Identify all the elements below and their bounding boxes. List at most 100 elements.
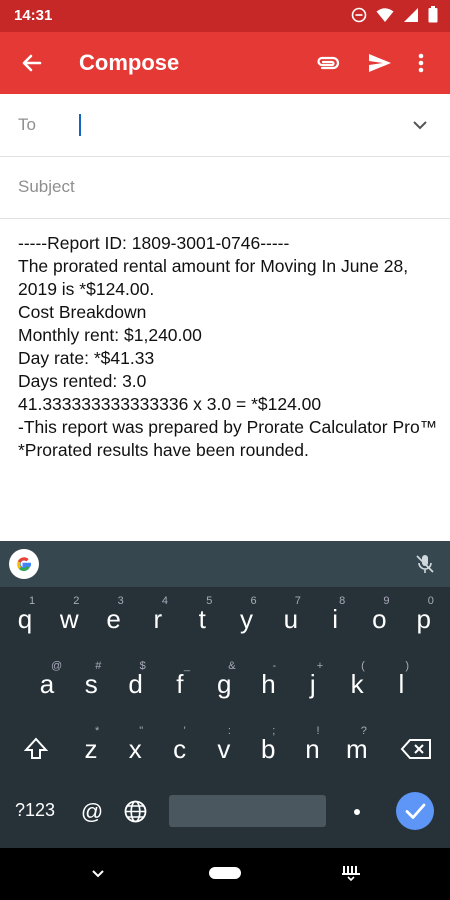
key-label: y	[240, 604, 253, 634]
key-l[interactable]: ) l	[385, 660, 417, 706]
key-g[interactable]: & g	[208, 660, 240, 706]
key-hint: 4	[161, 595, 169, 607]
key-v[interactable]: :v	[208, 725, 240, 771]
key-label: x	[128, 734, 142, 764]
key-e[interactable]: 3e	[98, 595, 130, 641]
do-not-disturb-icon	[351, 7, 367, 28]
send-icon[interactable]	[366, 49, 394, 77]
body-line: Day rate: *$41.33	[18, 348, 155, 368]
key-y[interactable]: 6y	[231, 595, 263, 641]
enter-key[interactable]	[396, 792, 434, 830]
key-hint: +	[316, 660, 324, 672]
key-label: z	[84, 734, 98, 764]
key-hint: 9	[383, 595, 390, 607]
more-options-icon[interactable]	[414, 49, 428, 77]
body-line: Days rented: 3.0	[18, 371, 147, 391]
suggestion-strip	[0, 541, 450, 587]
key-label: a	[39, 669, 55, 699]
key-b[interactable]: ; b	[252, 725, 284, 771]
key-label: j	[309, 669, 316, 699]
email-body[interactable]: -----Report ID: 1809-3001-0746----- The …	[18, 232, 438, 462]
key-j[interactable]: + j	[297, 660, 329, 706]
body-line: *Prorated results have been rounded.	[18, 440, 309, 460]
system-nav-bar	[0, 848, 450, 900]
key-label: d	[128, 669, 143, 699]
status-time: 14:31	[14, 7, 53, 24]
key-i[interactable]: 8i	[319, 595, 351, 641]
key-c[interactable]: ' c	[164, 725, 196, 771]
key-a[interactable]: @ a	[31, 660, 63, 706]
key-hint: !	[316, 725, 320, 737]
key-hint: 5	[206, 595, 213, 607]
to-row[interactable]: To	[0, 94, 450, 157]
key-label: r	[153, 604, 163, 634]
symbols-key[interactable]: ?123	[10, 800, 60, 821]
key-k[interactable]: (k	[341, 660, 373, 706]
shift-key-icon[interactable]	[19, 727, 53, 771]
key-s[interactable]: # s	[75, 660, 107, 706]
key-q[interactable]: 1q	[9, 595, 41, 641]
key-hint: 2	[73, 595, 80, 607]
period-key[interactable]	[354, 809, 360, 815]
battery-icon	[428, 6, 438, 28]
key-d[interactable]: $ d	[120, 660, 152, 706]
globe-icon[interactable]	[123, 799, 148, 829]
page-title: Compose	[79, 50, 180, 75]
key-label: k	[350, 669, 364, 699]
body-line: 41.333333333333336 x 3.0 = *$124.00	[18, 394, 322, 414]
key-hint: :	[227, 725, 231, 737]
google-g-icon[interactable]	[9, 549, 39, 579]
key-hint: '	[183, 725, 186, 737]
mic-off-icon[interactable]	[414, 553, 436, 580]
back-arrow-icon[interactable]	[18, 49, 46, 77]
key-hint: ;	[272, 725, 276, 737]
key-z[interactable]: * z	[75, 725, 107, 771]
key-hint: )	[405, 660, 410, 672]
key-t[interactable]: 5t	[186, 595, 218, 641]
attachment-icon[interactable]	[313, 49, 341, 77]
key-hint: 6	[250, 595, 257, 607]
backspace-key-icon[interactable]	[398, 727, 434, 771]
key-m[interactable]: ? m	[341, 725, 373, 771]
key-label: p	[416, 604, 431, 634]
key-u[interactable]: 7u	[275, 595, 307, 641]
key-label: g	[216, 669, 232, 699]
keyboard-switch-icon[interactable]	[341, 865, 361, 886]
signal-icon	[403, 7, 419, 28]
key-label: h	[261, 669, 276, 699]
to-input-cursor	[79, 114, 81, 136]
subject-input[interactable]: Subject	[18, 177, 75, 197]
key-w[interactable]: 2w	[53, 595, 85, 641]
wifi-icon	[376, 7, 394, 28]
body-line: -----Report ID: 1809-3001-0746-----	[18, 233, 290, 253]
key-label: t	[198, 604, 206, 634]
key-label: u	[283, 604, 299, 634]
key-label: f	[176, 669, 184, 699]
key-p[interactable]: 0p	[408, 595, 440, 641]
key-x[interactable]: " x	[119, 725, 151, 771]
chevron-down-icon[interactable]	[410, 115, 430, 140]
key-n[interactable]: ! n	[297, 725, 329, 771]
key-hint: -	[272, 660, 277, 672]
key-h[interactable]: -h	[253, 660, 285, 706]
key-label: v	[217, 734, 231, 764]
body-line: -This report was prepared by Prorate Cal…	[18, 417, 438, 437]
space-bar[interactable]	[169, 795, 326, 827]
key-label: m	[345, 734, 368, 764]
home-pill[interactable]	[209, 867, 241, 879]
key-label: c	[173, 734, 187, 764]
key-f[interactable]: _ f	[164, 660, 196, 706]
key-hint: *	[95, 725, 100, 737]
nav-back-chevron-icon[interactable]	[90, 867, 106, 885]
subject-row[interactable]: Subject	[0, 157, 450, 219]
key-hint: 1	[29, 595, 36, 607]
at-key[interactable]: @	[79, 799, 105, 825]
key-label: n	[305, 734, 320, 764]
key-hint: &	[228, 660, 236, 672]
key-hint: $	[139, 660, 146, 672]
key-label: i	[332, 604, 338, 634]
to-label: To	[18, 115, 36, 134]
key-o[interactable]: 9o	[363, 595, 395, 641]
key-hint: ?	[360, 725, 367, 737]
key-r[interactable]: 4r	[142, 595, 174, 641]
